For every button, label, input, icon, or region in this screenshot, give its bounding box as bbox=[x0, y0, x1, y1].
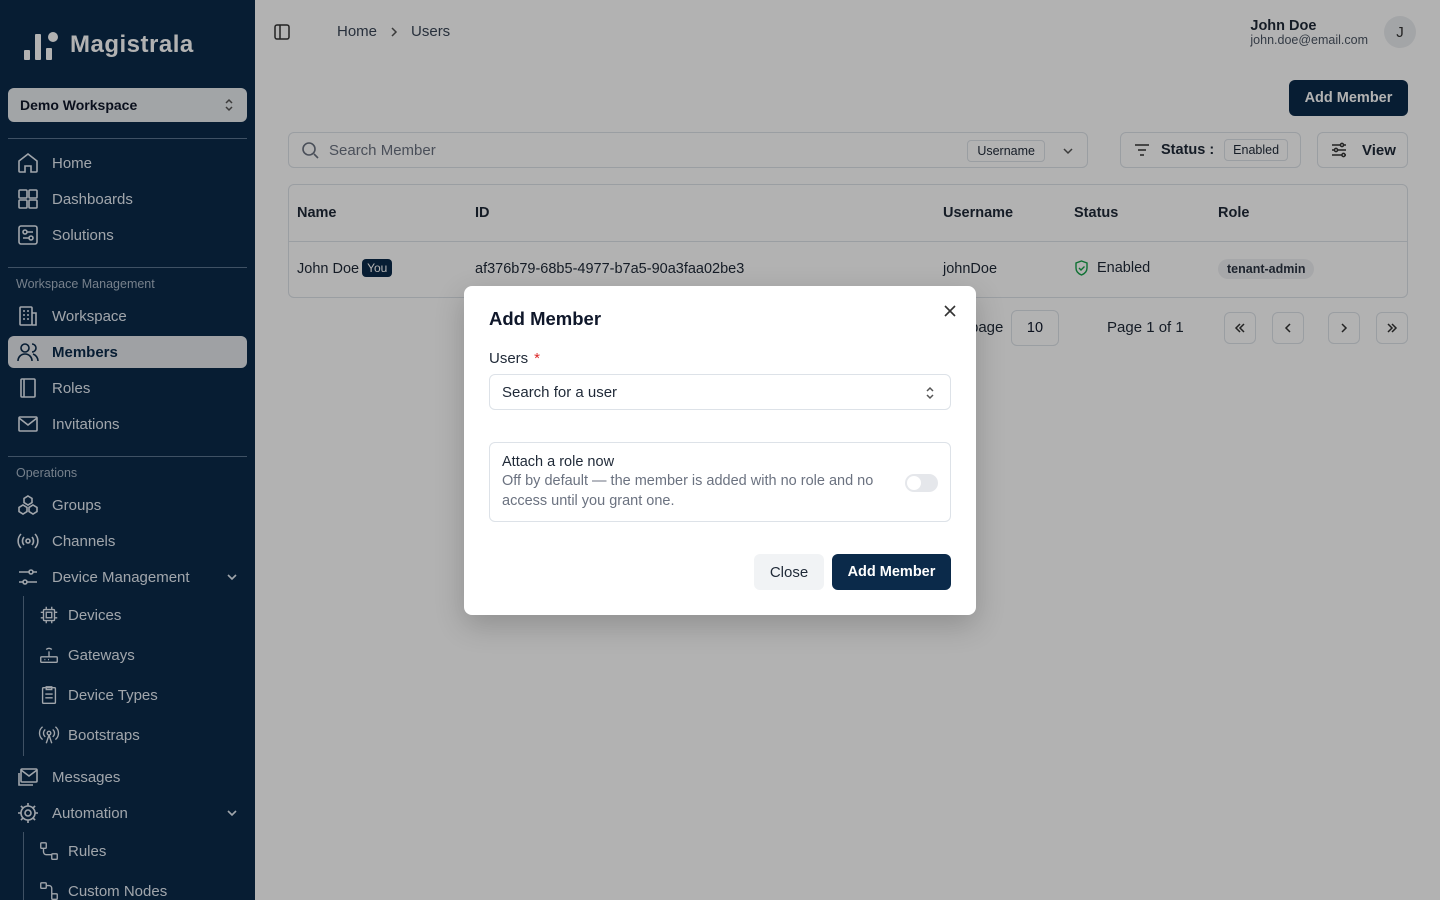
users-label-text: Users bbox=[489, 350, 529, 367]
updown-chevron-icon bbox=[926, 386, 934, 400]
attach-role-title: Attach a role now bbox=[502, 454, 615, 470]
add-member-dialog: Add Member Users * Search for a user Atta… bbox=[464, 286, 976, 615]
required-mark: * bbox=[534, 350, 541, 367]
dialog-title: Add Member bbox=[489, 308, 602, 329]
toggle-knob bbox=[907, 476, 921, 490]
attach-role-description: Off by default — the member is added wit… bbox=[502, 473, 874, 509]
user-select-placeholder: Search for a user bbox=[502, 383, 618, 401]
attach-role-toggle[interactable] bbox=[905, 474, 938, 492]
close-icon[interactable] bbox=[942, 303, 958, 319]
submit-add-member-button[interactable]: Add Member bbox=[832, 554, 951, 590]
user-search-select[interactable]: Search for a user bbox=[489, 374, 951, 410]
attach-role-card: Attach a role now Off by default — the m… bbox=[489, 442, 951, 522]
close-button[interactable]: Close bbox=[754, 554, 824, 590]
users-field-label: Users * bbox=[489, 350, 540, 367]
